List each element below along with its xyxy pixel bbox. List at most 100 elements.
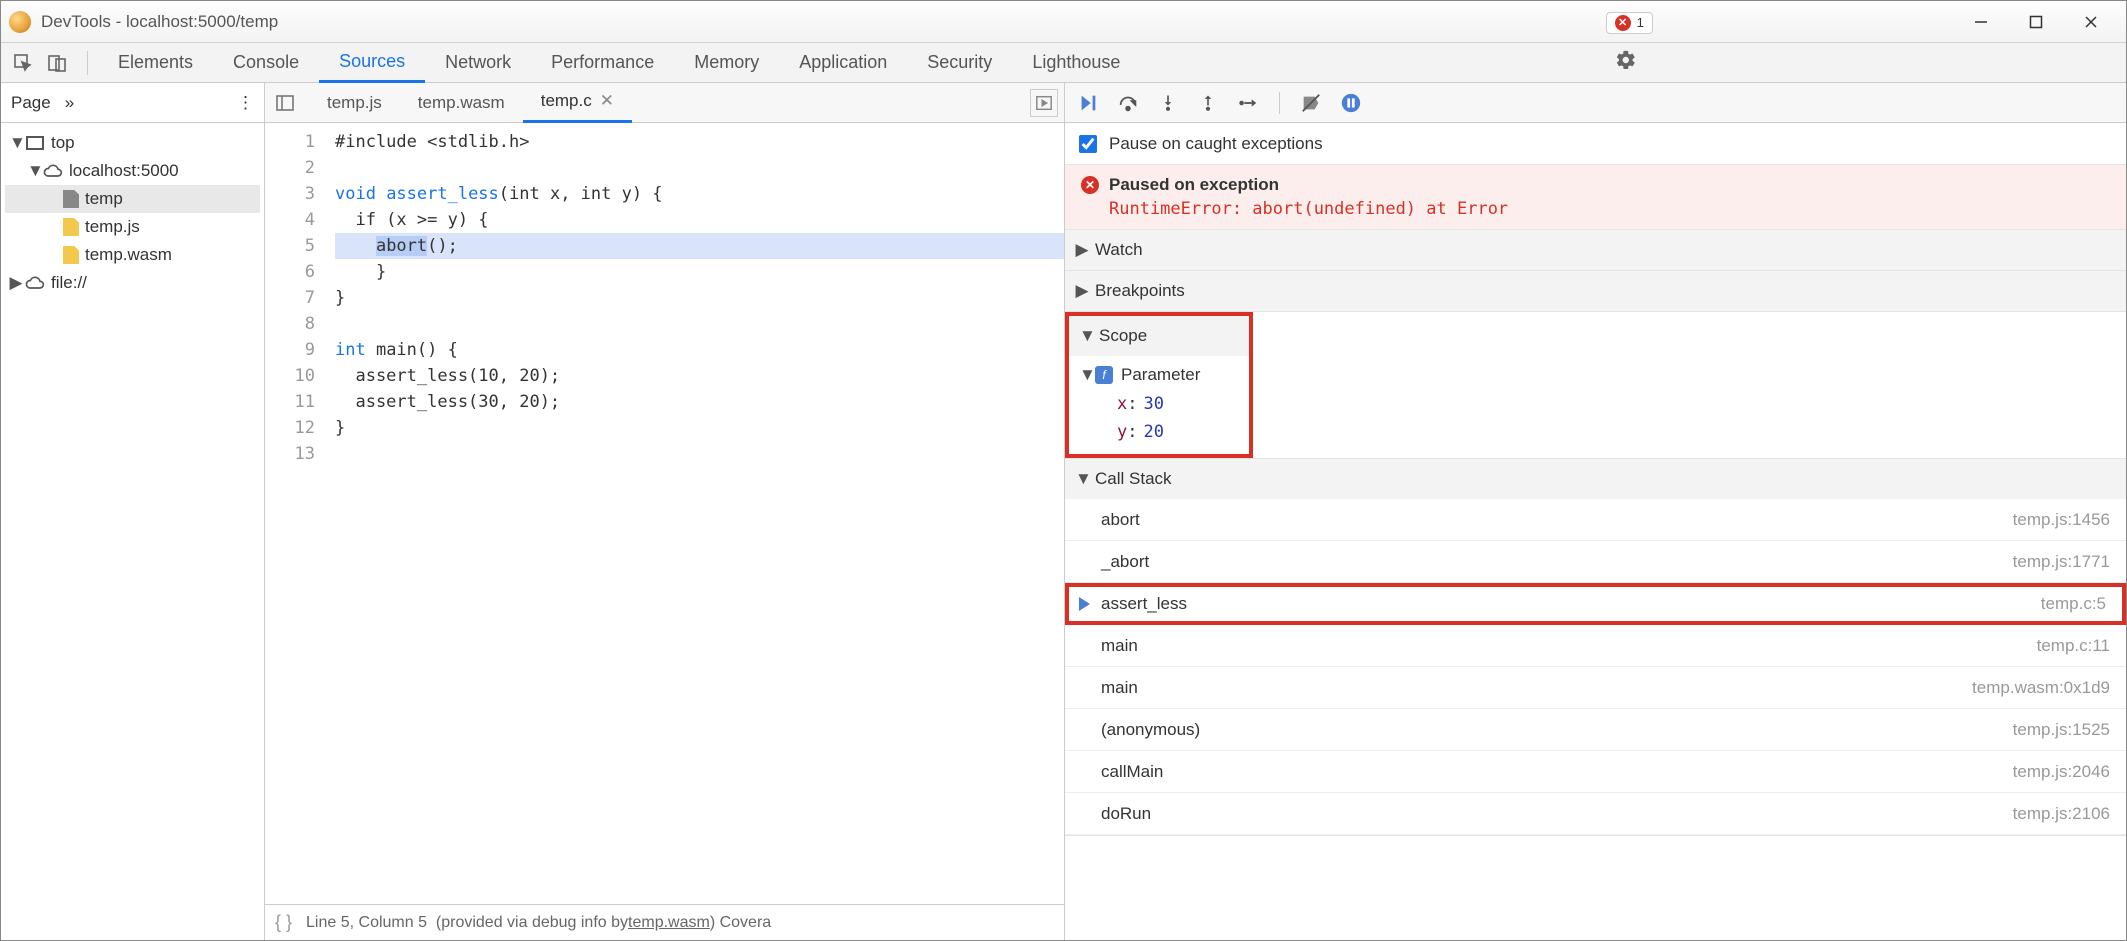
watch-section[interactable]: ▶Watch (1065, 230, 2126, 271)
pause-on-caught-row[interactable]: Pause on caught exceptions (1065, 123, 2126, 165)
chevron-right-icon[interactable]: ▶ (9, 273, 23, 293)
tab-console[interactable]: Console (213, 43, 319, 83)
editor-tab-bar: temp.js temp.wasm temp.c✕ (265, 83, 1064, 123)
cloud-icon (43, 161, 63, 181)
tree-label: localhost:5000 (69, 161, 179, 181)
debugger-panel: Pause on caught exceptions ✕ Paused on e… (1065, 83, 2126, 940)
pause-on-caught-checkbox[interactable] (1079, 135, 1097, 153)
chevron-down-icon[interactable]: ▼ (27, 161, 41, 181)
pause-exceptions-icon[interactable] (1338, 90, 1364, 116)
debugger-toolbar (1065, 83, 2126, 123)
settings-gear-icon[interactable] (1612, 46, 1640, 74)
chevron-right-icon[interactable]: ▶ (1075, 281, 1089, 301)
pause-on-caught-label: Pause on caught exceptions (1109, 134, 1323, 154)
editor-tab-tempwasm[interactable]: temp.wasm (400, 83, 523, 123)
editor-statusbar: { } Line 5, Column 5 (provided via debug… (265, 904, 1064, 940)
navigator-panel: Page » ⋮ ▼ top ▼ localhost:5000 temp (1, 83, 265, 940)
error-count: 1 (1637, 15, 1644, 30)
navigator-menu-icon[interactable]: ⋮ (237, 93, 254, 113)
editor-tab-tempc[interactable]: temp.c✕ (523, 83, 632, 123)
toolbar-separator (87, 51, 88, 75)
chevron-down-icon[interactable]: ▼ (1075, 469, 1089, 489)
device-toolbar-icon[interactable] (43, 49, 71, 77)
navigator-view-label[interactable]: Page (11, 93, 51, 113)
tree-label: top (51, 133, 75, 153)
resume-icon[interactable] (1075, 90, 1101, 116)
tab-performance[interactable]: Performance (531, 43, 674, 83)
callstack-section: ▼Call Stack aborttemp.js:1456 _aborttemp… (1065, 459, 2126, 836)
chevron-down-icon[interactable]: ▼ (9, 133, 23, 153)
inspect-element-icon[interactable] (9, 49, 37, 77)
stack-frame-current[interactable]: assert_lesstemp.c:5 (1065, 583, 2126, 625)
frame-icon (25, 133, 45, 153)
scope-variable[interactable]: x:30 (1069, 390, 1249, 418)
toolbar-separator (1279, 92, 1280, 114)
pretty-print-icon[interactable]: { } (275, 912, 292, 933)
chevron-down-icon[interactable]: ▼ (1079, 365, 1093, 385)
paused-exception-banner: ✕ Paused on exception RuntimeError: abor… (1065, 165, 2126, 230)
exception-message: RuntimeError: abort(undefined) at Error (1109, 199, 2110, 219)
window-title: DevTools - localhost:5000/temp (41, 12, 278, 32)
stack-frame[interactable]: maintemp.wasm:0x1d9 (1065, 667, 2126, 709)
code-body[interactable]: #include <stdlib.h> void assert_less(int… (325, 123, 1064, 904)
editor-tab-tempjs[interactable]: temp.js (309, 83, 400, 123)
error-icon: ✕ (1081, 176, 1099, 194)
tree-file-temp[interactable]: temp (5, 185, 260, 213)
scope-group[interactable]: ▼ f Parameter (1069, 360, 1249, 390)
tree-label: temp.js (85, 217, 140, 237)
tab-memory[interactable]: Memory (674, 43, 779, 83)
tab-network[interactable]: Network (425, 43, 531, 83)
file-tree: ▼ top ▼ localhost:5000 temp temp.js (1, 123, 264, 303)
tree-label: temp (85, 189, 123, 209)
debugger-scroll[interactable]: ✕ Paused on exception RuntimeError: abor… (1065, 165, 2126, 940)
stack-frame[interactable]: _aborttemp.js:1771 (1065, 541, 2126, 583)
cursor-position: Line 5, Column 5 (306, 914, 427, 932)
tree-top-frame[interactable]: ▼ top (5, 129, 260, 157)
tab-security[interactable]: Security (907, 43, 1012, 83)
tab-elements[interactable]: Elements (98, 43, 213, 83)
file-icon (63, 218, 79, 236)
chevron-down-icon[interactable]: ▼ (1079, 326, 1093, 346)
tab-application[interactable]: Application (779, 43, 907, 83)
main-tab-bar: Elements Console Sources Network Perform… (1, 43, 2126, 83)
devtools-window: DevTools - localhost:5000/temp Elements … (0, 0, 2127, 941)
stack-frame[interactable]: callMaintemp.js:2046 (1065, 751, 2126, 793)
editor-panel: temp.js temp.wasm temp.c✕ 12345678910111… (265, 83, 1065, 940)
step-into-icon[interactable] (1155, 90, 1181, 116)
line-gutter: 12345678910111213 (265, 123, 325, 904)
step-icon[interactable] (1235, 90, 1261, 116)
stack-frame[interactable]: maintemp.c:11 (1065, 625, 2126, 667)
close-tab-icon[interactable]: ✕ (600, 91, 614, 111)
tree-file-scheme[interactable]: ▶ file:// (5, 269, 260, 297)
tab-lighthouse[interactable]: Lighthouse (1012, 43, 1140, 83)
tree-host[interactable]: ▼ localhost:5000 (5, 157, 260, 185)
stack-frame[interactable]: aborttemp.js:1456 (1065, 499, 2126, 541)
tree-label: file:// (51, 273, 87, 293)
error-count-badge[interactable]: ✕ 1 (1606, 12, 1653, 34)
scope-section: ▼Scope ▼ f Parameter x:30 y:20 (1065, 312, 2126, 459)
tree-file-tempwasm[interactable]: temp.wasm (5, 241, 260, 269)
code-editor[interactable]: 12345678910111213 #include <stdlib.h> vo… (265, 123, 1064, 904)
stack-frame[interactable]: (anonymous)temp.js:1525 (1065, 709, 2126, 751)
devtools-app-icon (9, 11, 31, 33)
tree-file-tempjs[interactable]: temp.js (5, 213, 260, 241)
navigator-more-icon[interactable]: » (65, 93, 74, 113)
toggle-navigator-icon[interactable] (271, 89, 299, 117)
chevron-right-icon[interactable]: ▶ (1075, 240, 1089, 260)
navigator-header: Page » ⋮ (1, 83, 264, 123)
deactivate-breakpoints-icon[interactable] (1298, 90, 1324, 116)
breakpoints-section[interactable]: ▶Breakpoints (1065, 271, 2126, 312)
tree-label: temp.wasm (85, 245, 172, 265)
cloud-icon (25, 273, 45, 293)
step-over-icon[interactable] (1115, 90, 1141, 116)
file-icon (63, 246, 79, 264)
stack-frame[interactable]: doRuntemp.js:2106 (1065, 793, 2126, 835)
toggle-debugger-icon[interactable] (1030, 89, 1058, 117)
tab-sources[interactable]: Sources (319, 43, 425, 83)
step-out-icon[interactable] (1195, 90, 1221, 116)
scope-variable[interactable]: y:20 (1069, 418, 1249, 446)
file-icon (63, 190, 79, 208)
debug-source-link[interactable]: temp.wasm (628, 914, 710, 932)
error-icon: ✕ (1615, 15, 1631, 31)
function-icon: f (1095, 366, 1113, 384)
